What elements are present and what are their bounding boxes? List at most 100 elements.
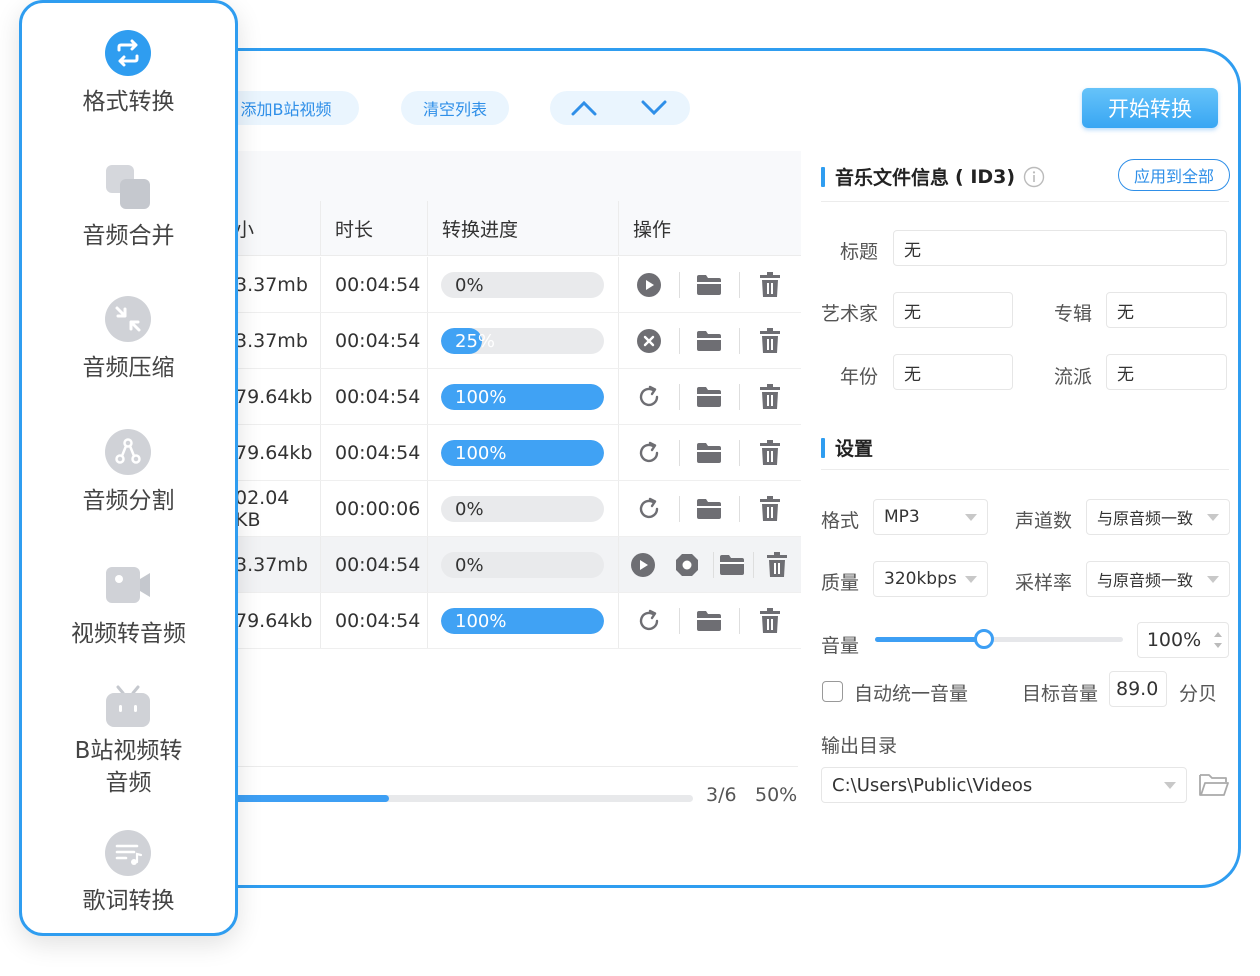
caret-down-icon xyxy=(965,576,977,583)
folder-icon[interactable] xyxy=(695,271,723,299)
table-row[interactable]: 79.64kb 00:04:54 100% xyxy=(153,593,801,649)
convert-icon xyxy=(105,30,151,76)
redo-icon[interactable] xyxy=(635,607,663,635)
trash-icon[interactable] xyxy=(756,439,784,467)
apply-all-button[interactable]: 应用到全部 xyxy=(1118,159,1230,191)
table-row[interactable]: 3.37mb 00:04:54 0% xyxy=(153,257,801,313)
target-volume-unit: 分贝 xyxy=(1179,683,1218,705)
redo-icon[interactable] xyxy=(635,495,663,523)
chevron-down-icon[interactable] xyxy=(641,100,667,116)
sidebar-item-label: 歌词转换 xyxy=(82,888,175,914)
caret-down-icon xyxy=(965,514,977,521)
sidebar-item-format-convert[interactable]: 格式转换 xyxy=(22,29,235,129)
trash-icon[interactable] xyxy=(756,327,784,355)
section-bar xyxy=(821,166,825,187)
play-icon[interactable] xyxy=(635,271,663,299)
artist-input[interactable]: 无 xyxy=(893,292,1013,328)
folder-icon[interactable] xyxy=(695,327,723,355)
folder-icon[interactable] xyxy=(695,607,723,635)
quality-select[interactable]: 320kbps xyxy=(873,561,988,597)
file-count: 3/6 xyxy=(706,784,737,806)
redo-icon[interactable] xyxy=(635,383,663,411)
spinner-arrows-icon[interactable] xyxy=(1212,628,1224,652)
format-label: 格式 xyxy=(821,510,860,532)
split-icon xyxy=(105,429,151,475)
samplerate-label: 采样率 xyxy=(1015,572,1073,594)
table-row[interactable]: 3.37mb 00:04:54 25% xyxy=(153,313,801,369)
stop-icon[interactable] xyxy=(673,551,701,579)
album-label: 专辑 xyxy=(1054,303,1093,325)
sidebar-item-label-line2: 音频 xyxy=(105,770,152,796)
col-header-actions: 操作 xyxy=(619,201,801,256)
channels-select[interactable]: 与原音频一致 xyxy=(1086,499,1230,535)
sidebar-item-bilibili-to-audio[interactable]: B站视频转 音频 xyxy=(22,683,235,803)
id3-title-suffix: ( ID3) xyxy=(955,165,1016,188)
folder-icon[interactable] xyxy=(695,495,723,523)
folder-icon[interactable] xyxy=(695,439,723,467)
sidebar-item-audio-merge[interactable]: 音频合并 xyxy=(22,163,235,263)
samplerate-select[interactable]: 与原音频一致 xyxy=(1086,561,1230,597)
trash-icon[interactable] xyxy=(756,383,784,411)
year-input[interactable]: 无 xyxy=(893,354,1013,390)
section-divider xyxy=(821,469,1229,470)
volume-label: 音量 xyxy=(821,635,860,657)
title-input[interactable]: 无 xyxy=(893,230,1227,266)
file-duration: 00:04:54 xyxy=(321,537,428,592)
clear-list-button[interactable]: 清空列表 xyxy=(401,91,509,125)
sidebar-item-video-to-audio[interactable]: 视频转音频 xyxy=(22,561,235,661)
sidebar-item-label: B站视频转 xyxy=(74,738,183,764)
progress-text: 100% xyxy=(455,442,507,464)
genre-input[interactable]: 无 xyxy=(1106,354,1227,390)
progress-text: 25% xyxy=(455,330,496,352)
id3-section-title: 音乐文件信息 ( ID3) xyxy=(821,163,1045,190)
trash-icon[interactable] xyxy=(756,495,784,523)
sidebar-item-label: 音频压缩 xyxy=(82,355,175,381)
caret-down-icon xyxy=(1164,782,1176,789)
table-row[interactable]: 79.64kb 00:04:54 100% xyxy=(153,425,801,481)
sidebar-item-label: 格式转换 xyxy=(82,89,175,115)
target-volume-input[interactable]: 89.0 xyxy=(1109,671,1167,707)
info-icon[interactable] xyxy=(1023,166,1045,188)
volume-slider-knob[interactable] xyxy=(974,629,995,649)
progress-text: 100% xyxy=(455,386,507,408)
start-convert-button[interactable]: 开始转换 xyxy=(1082,88,1218,128)
volume-input[interactable]: 100% xyxy=(1137,622,1229,658)
folder-icon[interactable] xyxy=(695,383,723,411)
open-folder-icon[interactable] xyxy=(1198,771,1230,799)
sidebar-item-audio-compress[interactable]: 音频压缩 xyxy=(22,295,235,395)
file-duration: 00:04:54 xyxy=(321,369,428,424)
redo-icon[interactable] xyxy=(635,439,663,467)
sidebar-item-lyrics-convert[interactable]: 歌词转换 xyxy=(22,829,235,929)
sidebar-item-label: 音频分割 xyxy=(82,488,175,514)
auto-volume-checkbox[interactable] xyxy=(822,681,843,702)
play-icon[interactable] xyxy=(629,551,657,579)
table-row[interactable]: 02.04 KB 00:00:06 0% xyxy=(153,481,801,537)
output-dir-select[interactable]: C:\Users\Public\Videos xyxy=(821,767,1187,803)
sidebar-item-audio-split[interactable]: 音频分割 xyxy=(22,428,235,528)
volume-slider-fill xyxy=(875,637,985,642)
format-select[interactable]: MP3 xyxy=(873,499,988,535)
volume-slider[interactable] xyxy=(875,629,1123,649)
separator xyxy=(679,328,680,354)
overall-percent: 50% xyxy=(755,784,798,806)
separator xyxy=(739,496,740,522)
folder-icon[interactable] xyxy=(718,551,746,579)
file-duration: 00:04:54 xyxy=(321,313,428,368)
chevron-up-icon[interactable] xyxy=(571,100,597,116)
separator xyxy=(739,328,740,354)
separator xyxy=(739,272,740,298)
trash-icon[interactable] xyxy=(763,551,791,579)
album-input[interactable]: 无 xyxy=(1106,292,1227,328)
sidebar: 格式转换 音频合并 音频压缩 音频分割 视频转音频 B站视频转 音频 歌词转换 xyxy=(19,0,238,936)
table-row[interactable]: 79.64kb 00:04:54 100% xyxy=(153,369,801,425)
merge-icon xyxy=(106,165,150,209)
trash-icon[interactable] xyxy=(756,271,784,299)
lyrics-icon xyxy=(105,830,151,876)
table-row[interactable]: 3.37mb 00:04:54 0% xyxy=(153,537,801,593)
file-duration: 00:04:54 xyxy=(321,257,428,312)
output-label: 输出目录 xyxy=(821,735,898,757)
trash-icon[interactable] xyxy=(756,607,784,635)
separator xyxy=(739,440,740,466)
move-buttons xyxy=(550,91,690,125)
cancel-icon[interactable] xyxy=(635,327,663,355)
